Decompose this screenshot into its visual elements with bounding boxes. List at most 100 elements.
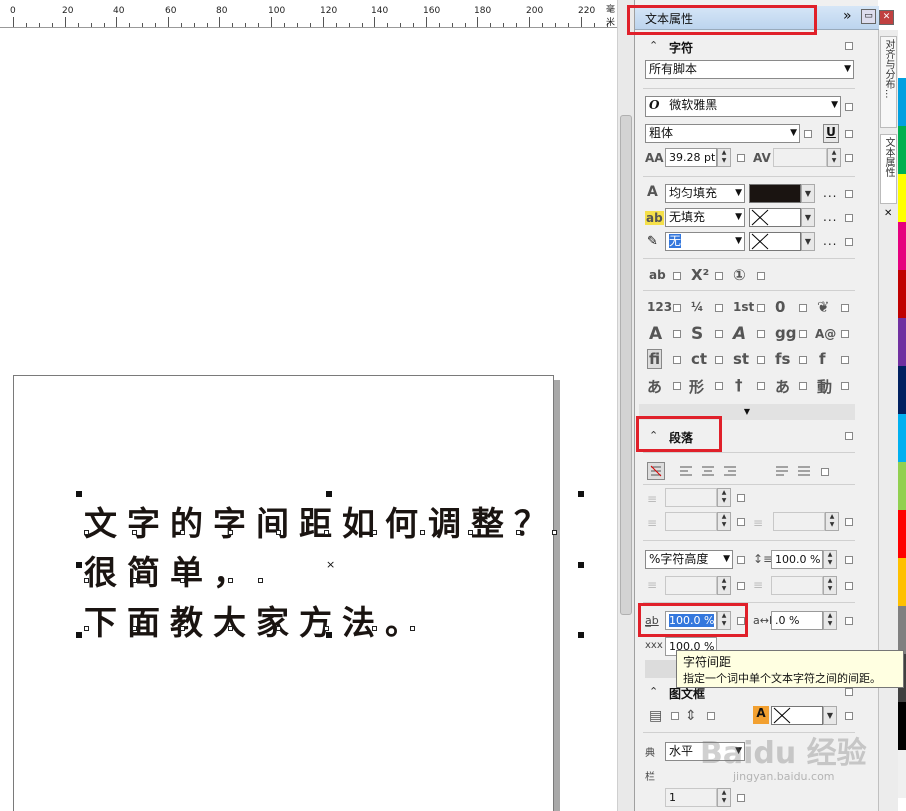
- palette-swatch[interactable]: [898, 462, 906, 510]
- space-before-spinner[interactable]: ▲ ▼: [717, 576, 731, 595]
- font-list-dropdown[interactable]: O 微软雅黑 ▼: [645, 96, 841, 117]
- first-line-indent-input[interactable]: [665, 488, 717, 507]
- text-node-marker[interactable]: [516, 530, 521, 535]
- text-node-marker[interactable]: [372, 530, 377, 535]
- text-node-marker[interactable]: [324, 530, 329, 535]
- discretionary-ct-icon[interactable]: ct: [691, 350, 707, 368]
- palette-swatch[interactable]: [898, 30, 906, 78]
- align-none-button[interactable]: [647, 462, 665, 480]
- fill-type-dropdown[interactable]: 均匀填充 ▼: [665, 184, 745, 203]
- palette-swatch[interactable]: [898, 222, 906, 270]
- word-spacing-checkbox[interactable]: [845, 617, 853, 625]
- fractions-icon[interactable]: ¼: [691, 300, 703, 314]
- long-f-icon[interactable]: f: [819, 350, 826, 368]
- line-spacing-checkbox[interactable]: [845, 556, 853, 564]
- glyph-checkbox[interactable]: [757, 304, 765, 312]
- palette-swatch[interactable]: [898, 702, 906, 750]
- expand-docker-icon[interactable]: »: [843, 8, 852, 24]
- collapse-icon[interactable]: ⌃: [649, 39, 658, 52]
- kana-icon[interactable]: あ: [647, 376, 662, 397]
- text-node-marker[interactable]: [372, 626, 377, 631]
- ornaments-icon[interactable]: ❦: [817, 298, 830, 316]
- right-indent-spinner[interactable]: ▲ ▼: [825, 512, 839, 531]
- character-section-header[interactable]: ⌃ 字符: [639, 36, 859, 58]
- align-left-button[interactable]: [679, 464, 693, 481]
- glyph-checkbox[interactable]: [757, 356, 765, 364]
- ornament-dagger-icon[interactable]: †: [735, 376, 743, 394]
- selection-handle-right[interactable]: [578, 562, 584, 568]
- outline-width-dropdown[interactable]: 无 ▼: [665, 232, 745, 251]
- line-spacing-unit-dropdown[interactable]: %字符高度 ▼: [645, 550, 733, 569]
- ligatures-icon[interactable]: fi: [647, 349, 663, 369]
- left-indent-checkbox[interactable]: [737, 518, 745, 526]
- underline-button[interactable]: U: [823, 124, 839, 143]
- minimize-button[interactable]: ▭: [861, 9, 876, 24]
- ruby-kana-icon[interactable]: あ: [775, 376, 790, 397]
- glyph-checkbox[interactable]: [673, 304, 681, 312]
- superscript-icon[interactable]: X²: [691, 266, 709, 284]
- character-section-checkbox[interactable]: [845, 42, 853, 50]
- fill-color-dropdown[interactable]: ▼: [801, 184, 815, 203]
- columns-checkbox[interactable]: [737, 794, 745, 802]
- artistic-text-line-1[interactable]: 文字的字间距如何调整？: [84, 497, 557, 545]
- palette-swatch[interactable]: [898, 510, 906, 558]
- form-variant-icon[interactable]: 形: [689, 376, 704, 397]
- palette-swatch[interactable]: [898, 366, 906, 414]
- fill-settings-button[interactable]: ...: [823, 186, 837, 200]
- palette-swatch[interactable]: [898, 78, 906, 126]
- stylistic-sets-icon[interactable]: A@: [815, 327, 836, 341]
- tab-text-properties[interactable]: 文本属性: [880, 134, 897, 204]
- selection-handle-left[interactable]: [76, 562, 82, 568]
- palette-swatch[interactable]: [898, 606, 906, 654]
- frame-column-checkbox[interactable]: [671, 712, 679, 720]
- space-before-input[interactable]: [665, 576, 717, 595]
- glyph-checkbox[interactable]: [715, 330, 723, 338]
- swash-icon[interactable]: A: [649, 324, 662, 344]
- outline-color-swatch-none[interactable]: [749, 232, 801, 251]
- columns-input[interactable]: 1: [665, 788, 717, 807]
- word-spacing-input[interactable]: .0 %: [771, 611, 823, 630]
- glyph-checkbox[interactable]: [841, 356, 849, 364]
- enclosed-number-icon[interactable]: ①: [733, 266, 746, 284]
- right-indent-input[interactable]: [773, 512, 825, 531]
- horizontal-ruler[interactable]: 0 20 40 60 80 100 120 140 160 180 200 220 毫米: [0, 0, 620, 28]
- font-style-checkbox[interactable]: [804, 130, 812, 138]
- glyph-checkbox[interactable]: [841, 382, 849, 390]
- slashed-zero-icon[interactable]: 0: [775, 298, 785, 316]
- background-fill-dropdown[interactable]: 无填充 ▼: [665, 208, 745, 227]
- text-node-marker[interactable]: [132, 578, 137, 583]
- palette-swatch[interactable]: [898, 270, 906, 318]
- enclosed-checkbox[interactable]: [757, 272, 765, 280]
- collapse-icon[interactable]: ⌃: [649, 685, 658, 698]
- text-node-marker[interactable]: [276, 530, 281, 535]
- glyph-checkbox[interactable]: [799, 356, 807, 364]
- tab-align-distribute[interactable]: 对齐与分布...: [880, 36, 897, 128]
- text-node-marker[interactable]: [228, 530, 233, 535]
- lining-figures-icon[interactable]: 123: [647, 300, 672, 314]
- text-node-marker[interactable]: [132, 626, 137, 631]
- text-node-marker[interactable]: [228, 626, 233, 631]
- stylistic-s-icon[interactable]: S: [691, 324, 703, 344]
- discretionary-st-icon[interactable]: st: [733, 350, 749, 368]
- background-color-swatch-none[interactable]: [749, 208, 801, 227]
- scrollbar-thumb[interactable]: [620, 115, 632, 615]
- columns-spinner[interactable]: ▲ ▼: [717, 788, 731, 807]
- first-line-indent-checkbox[interactable]: [737, 494, 745, 502]
- alignment-checkbox[interactable]: [821, 468, 829, 476]
- background-fill-checkbox[interactable]: [845, 214, 853, 222]
- artistic-text-line-2[interactable]: 很简单，: [84, 546, 256, 594]
- palette-swatch[interactable]: [898, 318, 906, 366]
- text-node-marker[interactable]: [84, 626, 89, 631]
- script-dropdown[interactable]: 所有脚本 ▼: [645, 60, 854, 79]
- text-node-marker[interactable]: [410, 626, 415, 631]
- text-node-marker[interactable]: [132, 530, 137, 535]
- selection-handle-top-right[interactable]: [578, 491, 584, 497]
- outline-color-dropdown[interactable]: ▼: [801, 232, 815, 251]
- glyph-checkbox[interactable]: [757, 382, 765, 390]
- background-color-dropdown[interactable]: ▼: [801, 208, 815, 227]
- space-after-spinner[interactable]: ▲ ▼: [823, 576, 837, 595]
- palette-swatch[interactable]: [898, 126, 906, 174]
- text-node-marker[interactable]: [276, 626, 281, 631]
- selection-handle-bottom[interactable]: [326, 632, 332, 638]
- force-justify-button[interactable]: [797, 464, 811, 481]
